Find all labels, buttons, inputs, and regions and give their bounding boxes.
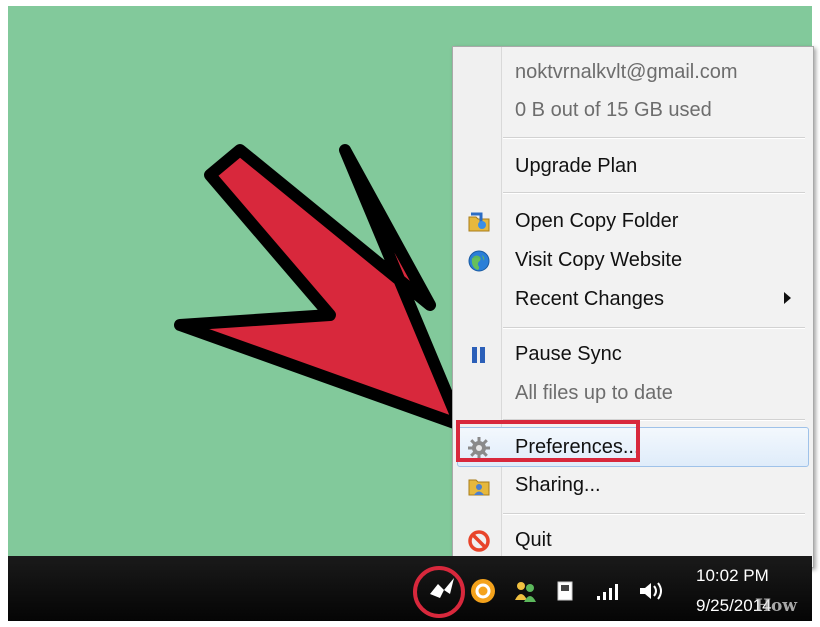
open-copy-folder-item[interactable]: Open Copy Folder [453, 202, 813, 240]
folder-icon [467, 210, 491, 234]
recent-changes-label: Recent Changes [515, 288, 664, 310]
menu-separator [503, 137, 805, 139]
submenu-arrow-icon [784, 292, 791, 304]
pause-sync-label: Pause Sync [515, 343, 622, 365]
users-tray-icon[interactable] [512, 578, 538, 604]
sharing-label: Sharing... [515, 474, 601, 496]
upgrade-plan-label: Upgrade Plan [515, 155, 638, 177]
clock-time[interactable]: 10:02 PM [696, 566, 796, 586]
network-signal-icon[interactable] [595, 580, 625, 602]
taskbar [8, 556, 812, 621]
quit-item[interactable]: Quit [453, 521, 813, 559]
upgrade-plan-item[interactable]: Upgrade Plan [453, 147, 813, 185]
copy-tray-highlight [413, 566, 465, 618]
visit-copy-website-item[interactable]: Visit Copy Website [453, 241, 813, 279]
open-copy-folder-label: Open Copy Folder [515, 210, 679, 232]
watermark: How [755, 596, 798, 616]
quit-label: Quit [515, 529, 552, 551]
sharing-item[interactable]: Sharing... [453, 466, 813, 504]
globe-icon [467, 249, 491, 273]
preferences-highlight-box [456, 420, 640, 462]
menu-separator [503, 327, 805, 329]
visit-copy-website-label: Visit Copy Website [515, 249, 683, 271]
quit-icon [467, 529, 491, 553]
copy-context-menu: noktvrnalkvlt@gmail.com 0 B out of 15 GB… [452, 46, 814, 568]
pause-icon [467, 343, 491, 367]
orange-tray-icon[interactable] [470, 578, 496, 604]
storage-usage: 0 B out of 15 GB used [515, 99, 712, 121]
device-tray-icon[interactable] [552, 578, 578, 604]
menu-separator [503, 192, 805, 194]
sync-status: All files up to date [515, 382, 673, 404]
recent-changes-item[interactable]: Recent Changes [453, 280, 813, 318]
pause-sync-item[interactable]: Pause Sync [453, 335, 813, 373]
sync-status-item: All files up to date [453, 374, 813, 412]
shared-folder-icon [467, 474, 491, 498]
account-email: noktvrnalkvlt@gmail.com [515, 61, 738, 83]
volume-icon[interactable] [638, 580, 666, 602]
menu-separator [503, 513, 805, 515]
storage-usage-item: 0 B out of 15 GB used [453, 91, 813, 129]
account-email-item: noktvrnalkvlt@gmail.com [453, 53, 813, 91]
